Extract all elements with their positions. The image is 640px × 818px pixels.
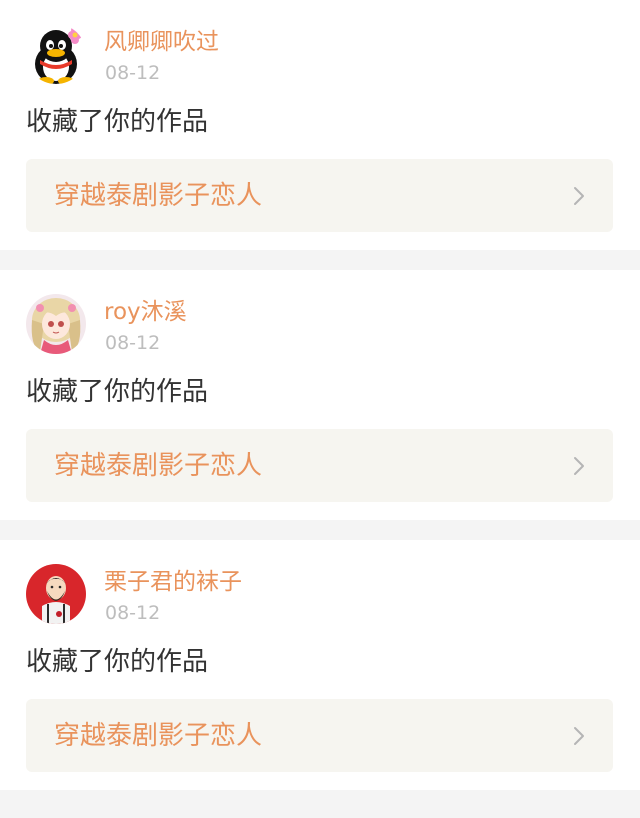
action-text: 收藏了你的作品 (26, 107, 209, 137)
username[interactable]: 栗子君的袜子 (104, 567, 242, 597)
work-title: 穿越泰剧影子恋人 (54, 451, 263, 481)
chevron-right-icon (574, 727, 584, 745)
anime-girl-avatar-icon[interactable] (26, 294, 86, 354)
work-link[interactable]: 穿越泰剧影子恋人 (26, 429, 613, 502)
notification-feed: 风卿卿吹过 08-12 收藏了你的作品 穿越泰剧影子恋人 roy沐溪 08-12… (0, 0, 640, 790)
username[interactable]: 风卿卿吹过 (104, 27, 219, 57)
action-text: 收藏了你的作品 (26, 647, 209, 677)
work-link[interactable]: 穿越泰剧影子恋人 (26, 159, 613, 232)
work-title: 穿越泰剧影子恋人 (54, 721, 263, 751)
chevron-right-icon (574, 457, 584, 475)
chevron-right-icon (574, 187, 584, 205)
notification-card: roy沐溪 08-12 收藏了你的作品 穿越泰剧影子恋人 (0, 270, 640, 520)
timestamp: 08-12 (105, 602, 161, 624)
notification-card: 风卿卿吹过 08-12 收藏了你的作品 穿越泰剧影子恋人 (0, 0, 640, 250)
notification-card: 栗子君的袜子 08-12 收藏了你的作品 穿越泰剧影子恋人 (0, 540, 640, 790)
penguin-avatar-icon[interactable] (26, 24, 86, 84)
timestamp: 08-12 (105, 332, 161, 354)
work-title: 穿越泰剧影子恋人 (54, 181, 263, 211)
username[interactable]: roy沐溪 (104, 297, 187, 327)
action-text: 收藏了你的作品 (26, 377, 209, 407)
work-link[interactable]: 穿越泰剧影子恋人 (26, 699, 613, 772)
bearded-man-avatar-icon[interactable] (26, 564, 86, 624)
timestamp: 08-12 (105, 62, 161, 84)
